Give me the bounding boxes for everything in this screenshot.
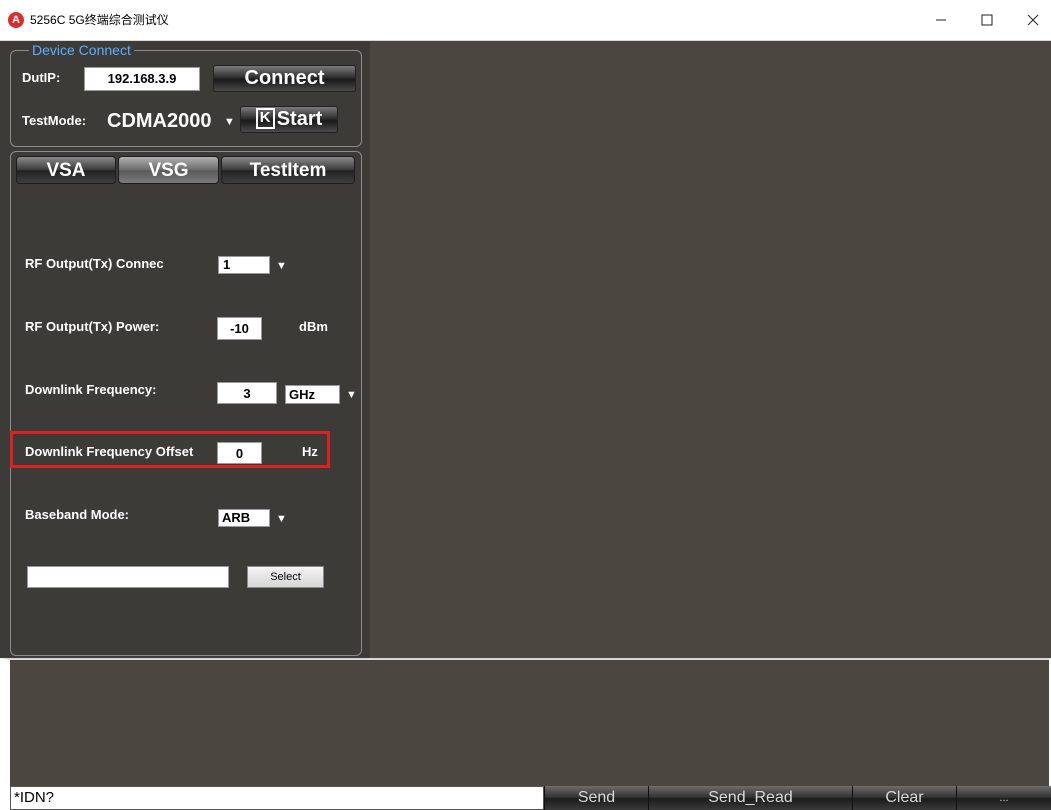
- baseband-mode-dropdown-icon[interactable]: ▼: [276, 513, 287, 525]
- test-mode-label: TestMode:: [22, 113, 87, 128]
- rf-connector-dropdown-icon[interactable]: ▼: [276, 260, 287, 272]
- rf-output-power-input[interactable]: -10: [217, 317, 262, 340]
- rf-output-power-unit: dBm: [299, 319, 328, 334]
- minimize-icon: [936, 19, 946, 21]
- close-icon: [1027, 14, 1039, 26]
- minimize-button[interactable]: [918, 0, 964, 40]
- command-input[interactable]: *IDN?: [10, 786, 544, 810]
- dut-ip-label: DutIP:: [22, 70, 61, 85]
- window-title: 5256C 5G终端综合测试仪: [30, 13, 169, 27]
- tab-vsa[interactable]: VSA: [16, 156, 116, 184]
- maximize-icon: [981, 14, 993, 26]
- tab-vsg[interactable]: VSG: [118, 156, 219, 184]
- maximize-button[interactable]: [964, 0, 1010, 40]
- downlink-frequency-unit-select[interactable]: GHz: [285, 385, 340, 404]
- test-mode-select[interactable]: CDMA2000: [107, 110, 211, 133]
- more-button[interactable]: ...: [956, 786, 1051, 810]
- select-file-button[interactable]: Select: [247, 566, 324, 588]
- rf-output-connector-select[interactable]: 1: [218, 256, 270, 274]
- downlink-frequency-offset-unit: Hz: [302, 444, 318, 459]
- send-button[interactable]: Send: [544, 786, 648, 810]
- baseband-mode-select[interactable]: ARB: [218, 509, 270, 527]
- frequency-unit-dropdown-icon[interactable]: ▼: [346, 389, 357, 401]
- baseband-mode-label: Baseband Mode:: [25, 507, 130, 522]
- device-connect-legend: Device Connect: [29, 42, 134, 58]
- start-label: Start: [276, 108, 323, 130]
- display-area: [370, 41, 1051, 658]
- send-read-button[interactable]: Send_Read: [648, 786, 852, 810]
- title-bar: A 5256C 5G终端综合测试仪: [0, 0, 1051, 41]
- downlink-frequency-label: Downlink Frequency:: [25, 382, 157, 397]
- close-button[interactable]: [1010, 0, 1051, 40]
- tab-testitem[interactable]: TestItem: [221, 156, 355, 184]
- start-k-icon: K: [255, 107, 275, 129]
- start-button[interactable]: K Start: [240, 106, 338, 133]
- log-output-area: [0, 658, 1051, 786]
- test-mode-dropdown-icon[interactable]: ▼: [224, 116, 235, 128]
- downlink-frequency-offset-label: Downlink Frequency Offset: [25, 444, 194, 459]
- downlink-frequency-offset-input[interactable]: 0: [217, 442, 262, 464]
- clear-button[interactable]: Clear: [852, 786, 956, 810]
- rf-output-connector-label: RF Output(Tx) Connec: [25, 256, 164, 271]
- arb-file-path-input[interactable]: [27, 566, 229, 588]
- dut-ip-input[interactable]: 192.168.3.9: [84, 67, 200, 91]
- connect-button[interactable]: Connect: [213, 65, 356, 92]
- downlink-frequency-input[interactable]: 3: [217, 382, 277, 404]
- rf-output-power-label: RF Output(Tx) Power:: [25, 319, 160, 334]
- app-logo-icon: A: [8, 12, 24, 28]
